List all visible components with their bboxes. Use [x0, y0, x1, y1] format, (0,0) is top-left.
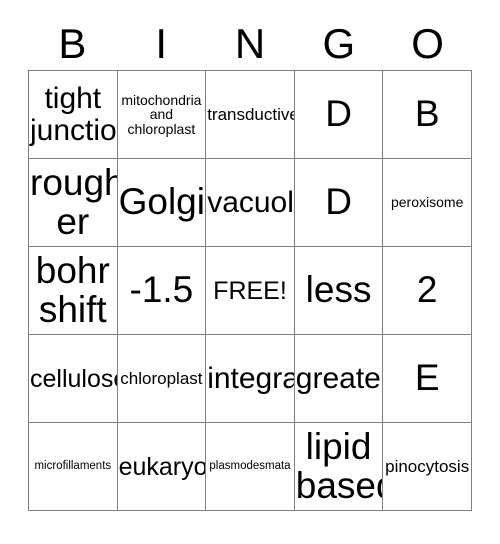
bingo-cell[interactable]: rough er [29, 159, 118, 247]
bingo-cell[interactable]: peroxisome [383, 159, 472, 247]
bingo-cell[interactable]: cellulose [29, 335, 118, 423]
header-letter-text: I [155, 20, 168, 67]
bingo-cell[interactable]: 2 [383, 247, 472, 335]
bingo-cell-free[interactable]: FREE! [206, 247, 295, 335]
bingo-cell-label: peroxisome [390, 194, 464, 211]
bingo-header-letter-n: N [206, 18, 295, 70]
bingo-cell-label: cellulose [30, 364, 118, 393]
bingo-row: rough er Golgi vacuole D peroxisome [29, 159, 472, 247]
bingo-cell-label: greater [295, 361, 384, 395]
bingo-cell-label: mitochondria and chloroplast [121, 91, 202, 137]
header-letter-text: O [411, 20, 444, 67]
bingo-cell-label: FREE! [213, 276, 287, 305]
bingo-header-letter-g: G [294, 18, 383, 70]
bingo-cell[interactable]: tight junction [29, 71, 118, 159]
bingo-header-row: B I N G O [28, 18, 472, 70]
bingo-row: cellulose chloroplast integral greater E [29, 335, 472, 423]
bingo-cell-label: integral [207, 361, 294, 395]
bingo-header-letter-i: I [117, 18, 206, 70]
bingo-header-letter-b: B [28, 18, 117, 70]
bingo-cell[interactable]: less [294, 247, 384, 335]
bingo-cell-label: D [325, 181, 352, 223]
bingo-cell[interactable]: integral [206, 335, 295, 423]
bingo-cell[interactable]: lipid based [294, 423, 384, 511]
bingo-cell[interactable]: transductive [206, 71, 295, 159]
bingo-cell[interactable]: E [383, 335, 472, 423]
bingo-card: B I N G O tight junction mitochondria an… [28, 18, 472, 511]
bingo-cell[interactable]: mitochondria and chloroplast [117, 71, 207, 159]
bingo-cell[interactable]: B [383, 71, 472, 159]
bingo-cell[interactable]: microfillaments [29, 423, 118, 511]
bingo-cell-label: lipid based [295, 426, 383, 506]
bingo-row: tight junction mitochondria and chloropl… [29, 71, 472, 159]
bingo-cell-label: eukaryote [118, 452, 207, 481]
bingo-cell[interactable]: bohr shift [29, 247, 118, 335]
header-letter-text: G [322, 20, 356, 67]
bingo-cell-label: pinocytosis [385, 456, 470, 476]
bingo-cell-label: rough er [30, 162, 118, 242]
bingo-cell-label: transductive [207, 104, 295, 124]
bingo-cell[interactable]: D [294, 71, 384, 159]
bingo-cell-label: -1.5 [129, 269, 194, 311]
bingo-cell-label: chloroplast [120, 368, 203, 388]
bingo-cell-label: tight junction [30, 82, 117, 147]
bingo-cell-label: Golgi [118, 181, 205, 223]
bingo-cell-label: plasmodesmata [209, 459, 291, 472]
bingo-row: microfillaments eukaryote plasmodesmata … [29, 423, 472, 511]
bingo-grid: tight junction mitochondria and chloropl… [28, 70, 472, 511]
bingo-cell[interactable]: Golgi [117, 159, 207, 247]
bingo-cell[interactable]: pinocytosis [383, 423, 472, 511]
bingo-cell-label: vacuole [207, 185, 294, 219]
bingo-cell-label: E [414, 357, 440, 399]
bingo-cell-label: bohr shift [35, 250, 110, 330]
bingo-header-letter-o: O [383, 18, 472, 70]
bingo-cell-label: B [414, 93, 440, 135]
header-letter-text: B [58, 20, 87, 67]
bingo-row: bohr shift -1.5 FREE! less 2 [29, 247, 472, 335]
bingo-cell-label: 2 [416, 269, 438, 311]
bingo-cell[interactable]: -1.5 [117, 247, 207, 335]
bingo-cell[interactable]: vacuole [206, 159, 295, 247]
bingo-cell[interactable]: D [294, 159, 384, 247]
bingo-cell[interactable]: chloroplast [117, 335, 207, 423]
header-letter-text: N [234, 20, 266, 67]
bingo-cell[interactable]: plasmodesmata [206, 423, 295, 511]
bingo-cell[interactable]: eukaryote [117, 423, 207, 511]
bingo-cell-label: less [305, 269, 372, 311]
bingo-cell-label: microfillaments [34, 459, 112, 472]
bingo-cell-label: D [325, 93, 352, 135]
bingo-cell[interactable]: greater [294, 335, 384, 423]
